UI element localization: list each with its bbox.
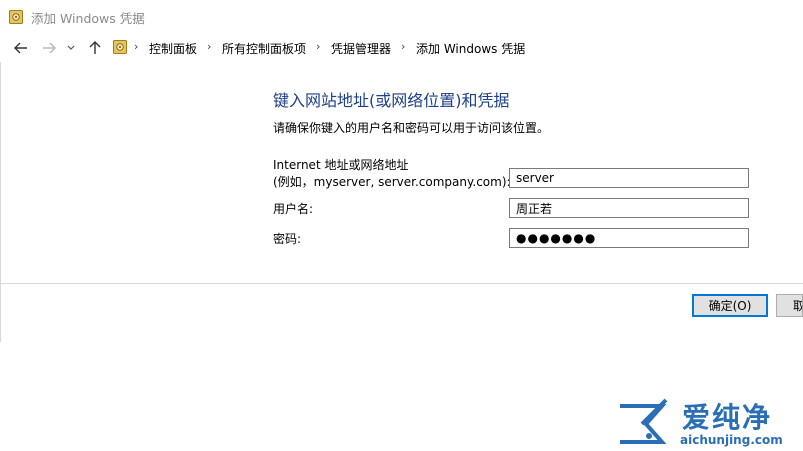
window-frame [0,62,1,342]
title-bar: 添加 Windows 凭据 [0,0,803,34]
breadcrumb-all-items[interactable]: 所有控制面板项 [222,40,306,57]
watermark-url: aichunjing.com [680,433,783,447]
address-label-line1: Internet 地址或网络地址 [273,158,409,172]
ok-button[interactable]: 确定(O) [692,294,768,317]
control-panel-icon [113,40,127,54]
up-button[interactable] [85,38,105,58]
watermark-logo-icon [620,398,668,444]
breadcrumb-separator: › [134,40,139,53]
breadcrumb-separator[interactable]: › [207,40,211,53]
window-title: 添加 Windows 凭据 [31,11,145,26]
watermark-brand: 爱纯净 [682,401,773,434]
arrow-up-icon [89,41,101,54]
breadcrumb-credential-manager[interactable]: 凭据管理器 [331,40,391,57]
cancel-button[interactable]: 取 [776,294,803,317]
address-label-line2: (例如，myserver, server.company.com): [273,175,511,189]
breadcrumb-control-panel[interactable]: 控制面板 [149,40,197,57]
arrow-right-icon [43,42,56,54]
breadcrumb-add-credential[interactable]: 添加 Windows 凭据 [416,40,525,57]
breadcrumb-separator[interactable]: › [401,40,405,53]
arrow-left-icon [14,42,27,54]
forward-button[interactable] [39,38,59,58]
password-input[interactable]: ●●●●●●● [509,228,749,248]
chevron-down-icon [67,45,75,50]
username-label: 用户名: [273,202,314,216]
breadcrumb-separator[interactable]: › [316,40,320,53]
password-label: 密码: [273,232,302,246]
credential-manager-icon [9,10,23,24]
recent-locations-button[interactable] [64,38,78,58]
page-description: 请确保你键入的用户名和密码可以用于访问该位置。 [273,121,550,135]
back-button[interactable] [11,38,31,58]
address-input[interactable] [509,168,749,188]
page-heading: 键入网站地址(或网络位置)和凭据 [273,91,510,110]
watermark: 爱纯净 aichunjing.com [614,396,803,451]
divider [0,283,803,284]
username-input[interactable] [509,198,749,218]
